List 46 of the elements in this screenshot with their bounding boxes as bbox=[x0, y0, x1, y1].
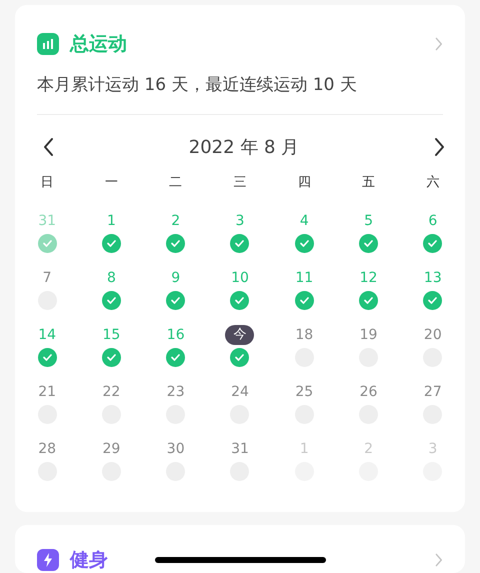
card-title: 健身 bbox=[70, 548, 108, 573]
day-number[interactable]: 21 bbox=[38, 382, 56, 402]
weekday-label: 五 bbox=[362, 174, 376, 192]
weekday-label: 二 bbox=[169, 174, 182, 192]
day-number[interactable]: 16 bbox=[166, 325, 185, 345]
bar-chart-icon bbox=[37, 33, 59, 55]
day-number[interactable]: 31 bbox=[38, 211, 56, 231]
day-number[interactable]: 11 bbox=[295, 268, 314, 288]
day-number[interactable]: 13 bbox=[424, 268, 442, 288]
day-number[interactable]: 19 bbox=[360, 325, 378, 345]
day-number[interactable]: 26 bbox=[360, 382, 378, 402]
weekday-label: 一 bbox=[104, 174, 118, 192]
card-title: 总运动 bbox=[70, 32, 127, 57]
day-number[interactable]: 10 bbox=[231, 268, 249, 288]
day-number[interactable]: 30 bbox=[166, 439, 185, 459]
day-number[interactable]: 27 bbox=[424, 382, 442, 402]
day-number[interactable]: 18 bbox=[295, 325, 314, 345]
day-number[interactable]: 12 bbox=[360, 268, 378, 288]
day-number[interactable]: 28 bbox=[38, 439, 56, 459]
day-number[interactable]: 9 bbox=[171, 268, 180, 288]
month-label: 2022 年 8 月 bbox=[188, 136, 300, 159]
weekday-label: 四 bbox=[298, 174, 311, 192]
day-number[interactable]: 5 bbox=[364, 211, 374, 231]
weekday-label: 六 bbox=[426, 174, 440, 192]
day-number[interactable]: 20 bbox=[424, 325, 442, 345]
day-number[interactable]: 6 bbox=[428, 211, 438, 231]
summary-text: 本月累计运动 16 天，最近连续运动 10 天 bbox=[36, 74, 358, 97]
day-number[interactable]: 15 bbox=[102, 325, 120, 345]
day-number[interactable]: 24 bbox=[231, 382, 249, 402]
day-number[interactable]: 23 bbox=[166, 382, 185, 402]
day-number[interactable]: 22 bbox=[102, 382, 120, 402]
day-number[interactable]: 25 bbox=[295, 382, 314, 402]
day-number[interactable]: 7 bbox=[42, 268, 52, 288]
day-number[interactable]: 3 bbox=[236, 211, 244, 231]
weekday-label: 日 bbox=[40, 174, 54, 192]
day-number[interactable]: 29 bbox=[102, 439, 120, 459]
today-badge[interactable]: 今 bbox=[225, 325, 254, 345]
weekday-label: 三 bbox=[233, 174, 246, 192]
day-number[interactable]: 31 bbox=[231, 439, 249, 459]
day-number[interactable]: 8 bbox=[106, 268, 116, 288]
day-number[interactable]: 1 bbox=[106, 211, 116, 231]
day-number[interactable]: 2 bbox=[171, 211, 180, 231]
previous-month-icon[interactable] bbox=[43, 137, 54, 157]
next-month-icon[interactable] bbox=[434, 137, 445, 157]
day-number[interactable]: 4 bbox=[300, 211, 309, 231]
day-number[interactable]: 14 bbox=[38, 325, 56, 345]
